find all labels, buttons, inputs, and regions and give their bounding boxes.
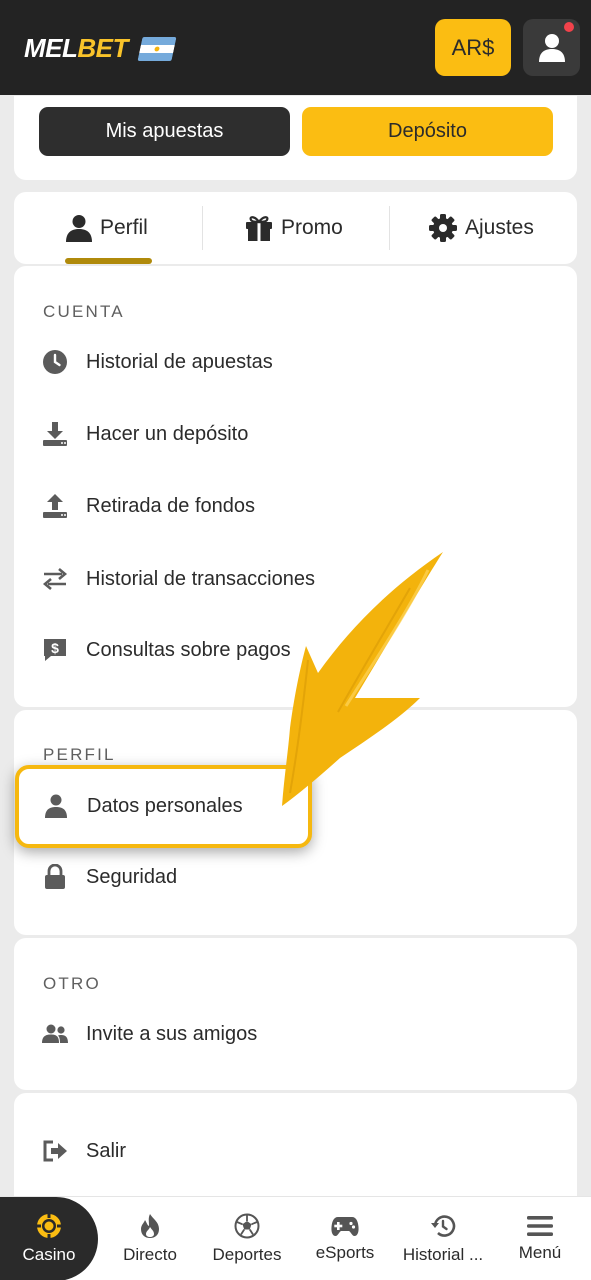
logout-icon bbox=[42, 1138, 68, 1164]
nav-label: Casino bbox=[22, 1245, 76, 1264]
people-icon bbox=[42, 1021, 68, 1047]
menu-item-withdraw[interactable]: Retirada de fondos bbox=[14, 482, 577, 530]
nav-label: Menú bbox=[518, 1243, 562, 1262]
nav-label: Historial ... bbox=[402, 1245, 484, 1264]
history-icon bbox=[431, 1215, 456, 1237]
flame-icon bbox=[141, 1214, 159, 1238]
tab-perfil[interactable]: Perfil bbox=[66, 192, 148, 264]
tab-label: Perfil bbox=[100, 216, 148, 239]
nav-menu[interactable]: Menú bbox=[500, 1197, 580, 1280]
lock-icon bbox=[42, 864, 68, 890]
argentina-flag-icon bbox=[137, 36, 177, 61]
currency-button[interactable]: AR$ bbox=[435, 19, 511, 76]
nav-esports[interactable]: eSports bbox=[300, 1197, 390, 1280]
tab-label: Ajustes bbox=[465, 216, 534, 239]
menu-item-label: Historial de apuestas bbox=[86, 350, 273, 373]
active-tab-indicator bbox=[65, 258, 152, 264]
tab-divider bbox=[202, 206, 203, 250]
pointer-arrow-icon bbox=[282, 552, 443, 806]
menu-item-label: Invite a sus amigos bbox=[86, 1022, 258, 1045]
menu-item-label: Hacer un depósito bbox=[86, 422, 249, 445]
notification-dot bbox=[564, 22, 574, 32]
transfer-arrows-icon bbox=[42, 566, 68, 592]
nav-historial[interactable]: Historial ... bbox=[393, 1197, 493, 1280]
hamburger-icon bbox=[527, 1216, 553, 1236]
user-icon bbox=[66, 215, 92, 242]
top-bar: MELBET AR$ bbox=[0, 0, 591, 95]
user-account-button[interactable] bbox=[523, 19, 580, 76]
upload-icon bbox=[42, 493, 68, 519]
actions-card: Mis apuestas Depósito bbox=[14, 96, 577, 180]
section-title-otro: OTRO bbox=[43, 974, 101, 993]
gamepad-icon bbox=[331, 1217, 359, 1236]
tab-ajustes[interactable]: Ajustes bbox=[429, 192, 534, 264]
download-icon bbox=[42, 421, 68, 447]
menu-item-bet-history[interactable]: Historial de apuestas bbox=[14, 338, 577, 386]
menu-item-logout[interactable]: Salir bbox=[14, 1127, 577, 1175]
nav-directo[interactable]: Directo bbox=[105, 1197, 195, 1280]
menu-item-label: Seguridad bbox=[86, 865, 178, 888]
menu-item-label: Salir bbox=[86, 1139, 127, 1162]
gift-icon bbox=[246, 216, 272, 241]
user-icon bbox=[538, 33, 565, 62]
section-title-perfil: PERFIL bbox=[43, 745, 116, 764]
profile-tabs: Perfil Promo Ajustes bbox=[14, 192, 577, 264]
tab-label: Promo bbox=[281, 216, 343, 239]
nav-casino[interactable]: Casino bbox=[0, 1197, 98, 1280]
my-bets-button[interactable]: Mis apuestas bbox=[39, 107, 290, 156]
bottom-navigation: Casino Directo Deportes eSports Historia… bbox=[0, 1196, 591, 1280]
melbet-logo[interactable]: MELBET bbox=[24, 33, 177, 64]
menu-item-label: Datos personales bbox=[87, 794, 243, 817]
nav-label: Deportes bbox=[212, 1245, 282, 1264]
dollar-chat-icon: $ bbox=[42, 637, 68, 663]
other-section: OTRO Invite a sus amigos bbox=[14, 938, 577, 1090]
tab-promo[interactable]: Promo bbox=[245, 192, 343, 264]
tab-divider bbox=[389, 206, 390, 250]
gear-icon bbox=[429, 214, 457, 242]
menu-item-label: Retirada de fondos bbox=[86, 494, 256, 517]
nav-label: eSports bbox=[315, 1243, 375, 1262]
logout-section: Salir bbox=[14, 1093, 577, 1213]
nav-label: Directo bbox=[123, 1245, 177, 1264]
clock-icon bbox=[42, 349, 68, 375]
section-title-cuenta: CUENTA bbox=[43, 302, 125, 321]
menu-item-security[interactable]: Seguridad bbox=[14, 853, 577, 901]
deposit-button[interactable]: Depósito bbox=[302, 107, 553, 156]
logo-text: MELBET bbox=[24, 33, 128, 63]
menu-item-make-deposit[interactable]: Hacer un depósito bbox=[14, 410, 577, 458]
nav-deportes[interactable]: Deportes bbox=[200, 1197, 294, 1280]
svg-text:$: $ bbox=[51, 640, 59, 656]
menu-item-invite-friends[interactable]: Invite a sus amigos bbox=[14, 1010, 577, 1058]
soccer-ball-icon bbox=[234, 1213, 260, 1239]
person-icon bbox=[43, 793, 69, 819]
casino-chip-icon bbox=[37, 1214, 61, 1238]
